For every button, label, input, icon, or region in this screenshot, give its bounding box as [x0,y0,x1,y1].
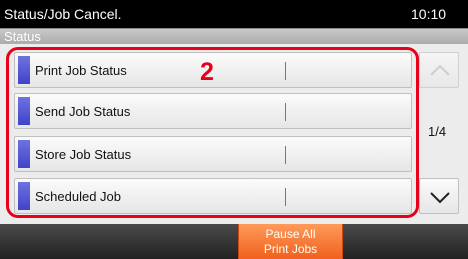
page-indicator: 1/4 [428,124,447,139]
pause-label-line1: Pause All [265,227,316,241]
tab-status[interactable]: Status [0,28,468,45]
pause-all-print-jobs-button[interactable]: Pause All Print Jobs [238,224,343,259]
callout-number: 2 [200,58,214,86]
title-bar: Status/Job Cancel. 10:10 [0,0,468,28]
screen-title: Status/Job Cancel. [4,6,122,22]
tab-status-label: Status [4,29,41,44]
bottom-bar [0,224,468,259]
scroll-down-button[interactable] [419,178,459,214]
scroll-up-button[interactable] [419,52,459,88]
clock: 10:10 [411,6,447,22]
chevron-up-icon [430,64,450,76]
chevron-down-icon [430,192,450,204]
pause-label-line2: Print Jobs [263,242,318,256]
